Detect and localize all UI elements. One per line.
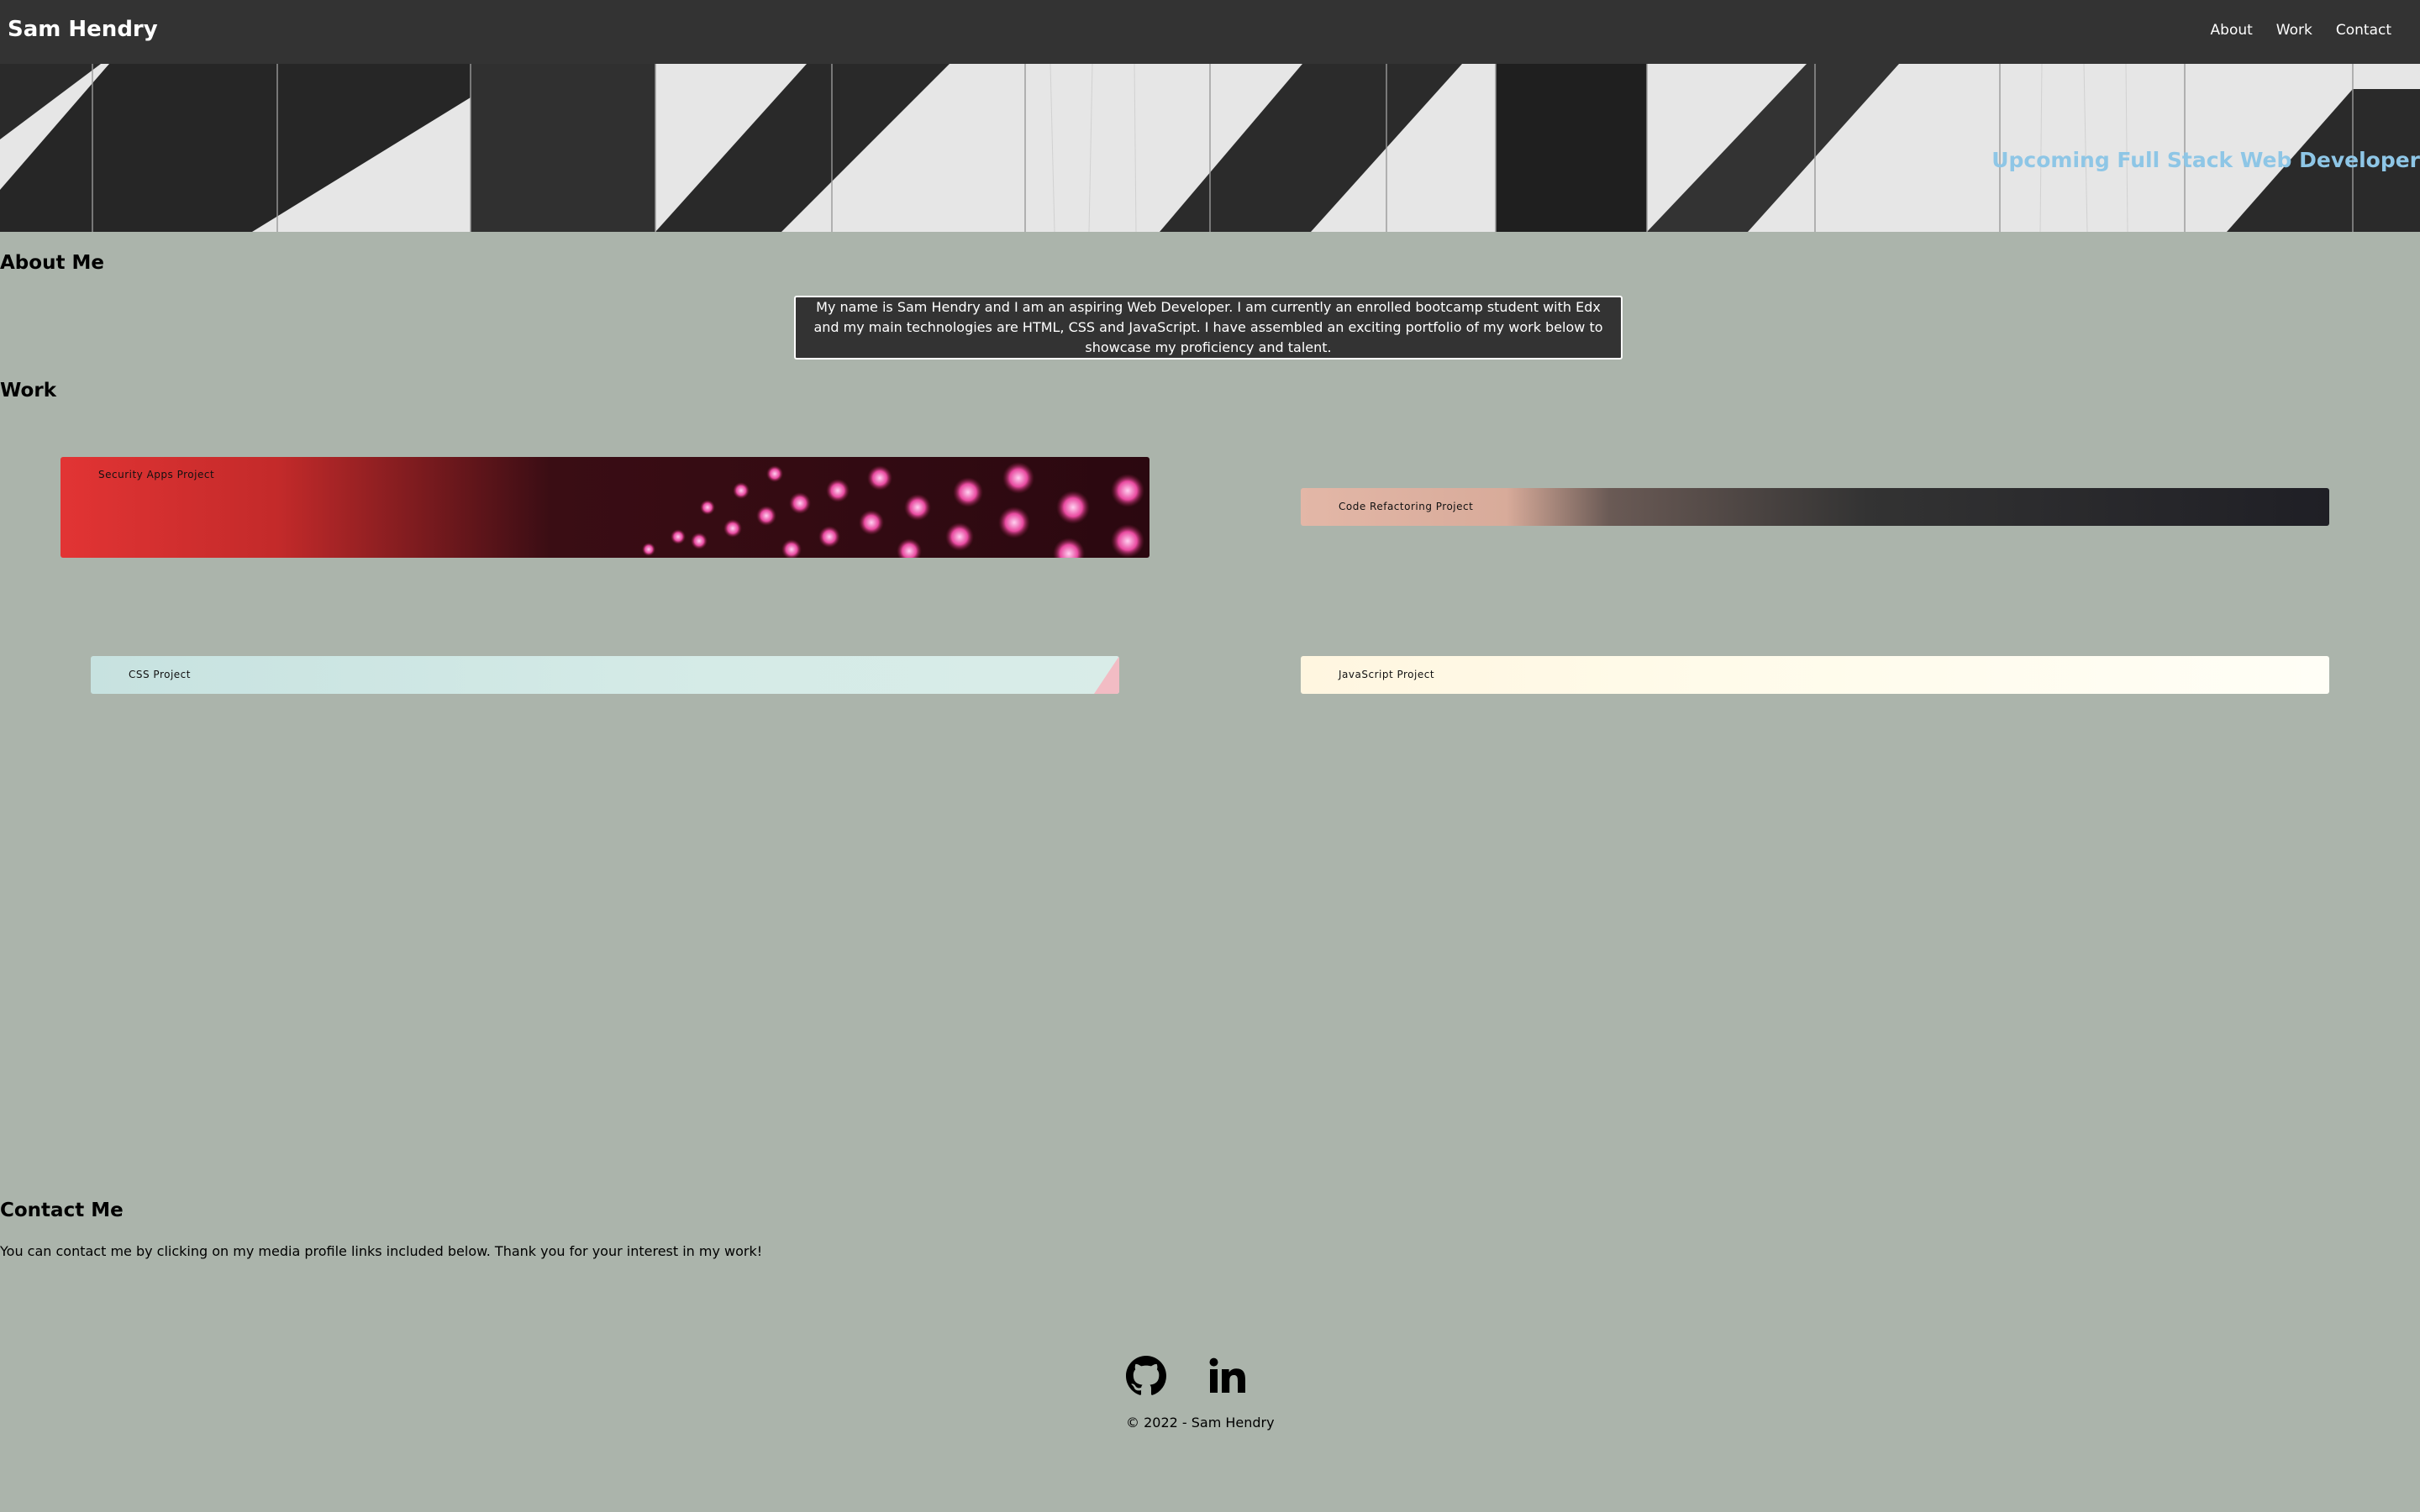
linkedin-icon — [1209, 1357, 1245, 1393]
work-heading: Work — [0, 380, 56, 402]
project-label-security-apps: Security Apps Project — [98, 469, 215, 480]
about-text-box: My name is Sam Hendry and I am an aspiri… — [794, 296, 1623, 360]
github-icon — [1126, 1356, 1166, 1395]
project-label-code-refactoring: Code Refactoring Project — [1339, 501, 1474, 512]
project-card-javascript[interactable]: JavaScript Project — [1301, 656, 2329, 694]
project-label-javascript: JavaScript Project — [1339, 669, 1435, 680]
social-links — [1126, 1356, 1247, 1399]
project-card-css[interactable]: CSS Project — [91, 656, 1119, 694]
project-label-css: CSS Project — [129, 669, 191, 680]
about-heading: About Me — [0, 252, 104, 274]
nav-link-work[interactable]: Work — [2276, 22, 2312, 39]
project-card-code-refactoring[interactable]: Code Refactoring Project — [1301, 488, 2329, 526]
nav-link-contact[interactable]: Contact — [2336, 22, 2391, 39]
nav-link-about[interactable]: About — [2211, 22, 2253, 39]
footer-copyright: © 2022 - Sam Hendry — [1126, 1415, 1275, 1431]
site-brand[interactable]: Sam Hendry — [8, 17, 158, 42]
project-card-security-apps[interactable]: Security Apps Project — [60, 457, 1150, 558]
contact-heading: Contact Me — [0, 1200, 124, 1221]
linkedin-link[interactable] — [1207, 1356, 1247, 1399]
contact-text: You can contact me by clicking on my med… — [0, 1243, 763, 1259]
css-card-corner-accent — [1094, 656, 1119, 694]
top-navigation-bar: Sam Hendry About Work Contact — [0, 0, 2420, 64]
hero-banner: Upcoming Full Stack Web Developer — [0, 64, 2420, 232]
hero-tagline: Upcoming Full Stack Web Developer — [1991, 148, 2420, 172]
security-apps-image — [642, 462, 1144, 558]
main-nav: About Work Contact — [2211, 22, 2391, 39]
github-link[interactable] — [1126, 1356, 1166, 1399]
